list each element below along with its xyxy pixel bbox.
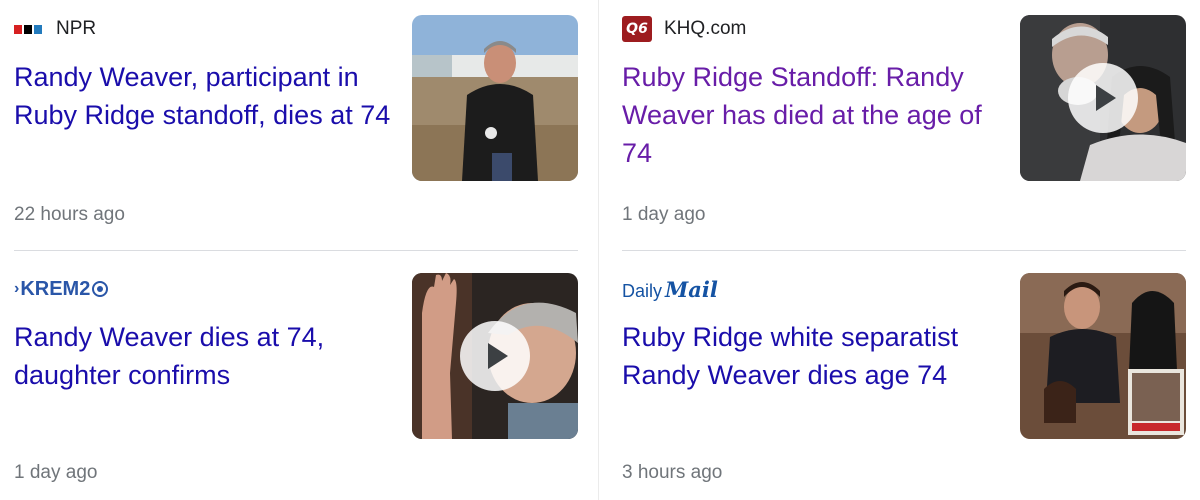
news-card-khq[interactable]: Q6 KHQ.com Ruby Ridge Standoff: Randy We… (622, 0, 1200, 240)
news-source-name: KHQ.com (664, 18, 747, 39)
daily-mail-logo-icon: Daily Mail (622, 276, 718, 302)
news-headline-link[interactable]: Ruby Ridge Standoff: Randy Weaver has di… (622, 58, 1002, 172)
news-timestamp: 22 hours ago (14, 204, 125, 225)
photo-family-collage-icon (1020, 273, 1186, 439)
top-stories-grid: NPR Randy Weaver, participant in Ruby Ri… (0, 0, 1200, 500)
column-divider (598, 0, 599, 500)
news-thumbnail[interactable] (1020, 273, 1186, 439)
news-timestamp: 1 day ago (622, 204, 706, 225)
news-card-npr[interactable]: NPR Randy Weaver, participant in Ruby Ri… (14, 0, 592, 240)
photo-man-leather-jacket-icon (412, 15, 578, 181)
row-divider (622, 250, 1186, 251)
row-divider (14, 250, 578, 251)
news-source: › KREM2 (14, 276, 109, 302)
khq-logo-icon: Q6 (622, 16, 652, 42)
play-icon (488, 343, 508, 369)
play-icon (1096, 85, 1116, 111)
play-button[interactable] (460, 321, 530, 391)
news-thumbnail[interactable] (412, 15, 578, 181)
news-headline-link[interactable]: Randy Weaver dies at 74, daughter confir… (14, 318, 394, 394)
npr-logo-icon (14, 24, 42, 34)
news-headline-link[interactable]: Ruby Ridge white separatist Randy Weaver… (622, 318, 1002, 394)
news-source: Daily Mail (622, 276, 718, 302)
news-card-krem2[interactable]: › KREM2 Randy Weaver dies at 74, daughter… (14, 258, 592, 498)
play-button[interactable] (1068, 63, 1138, 133)
cbs-eye-icon (92, 281, 109, 297)
news-timestamp: 3 hours ago (622, 462, 723, 483)
news-timestamp: 1 day ago (14, 462, 98, 483)
news-headline-link[interactable]: Randy Weaver, participant in Ruby Ridge … (14, 58, 394, 134)
news-source: NPR (14, 16, 96, 42)
news-thumbnail[interactable] (412, 273, 578, 439)
news-thumbnail[interactable] (1020, 15, 1186, 181)
news-card-daily-mail[interactable]: Daily Mail Ruby Ridge white separatist Ra… (622, 258, 1200, 498)
news-source-name: NPR (56, 18, 97, 39)
krem2-logo-icon: › KREM2 (14, 278, 109, 301)
news-source: Q6 KHQ.com (622, 16, 746, 42)
